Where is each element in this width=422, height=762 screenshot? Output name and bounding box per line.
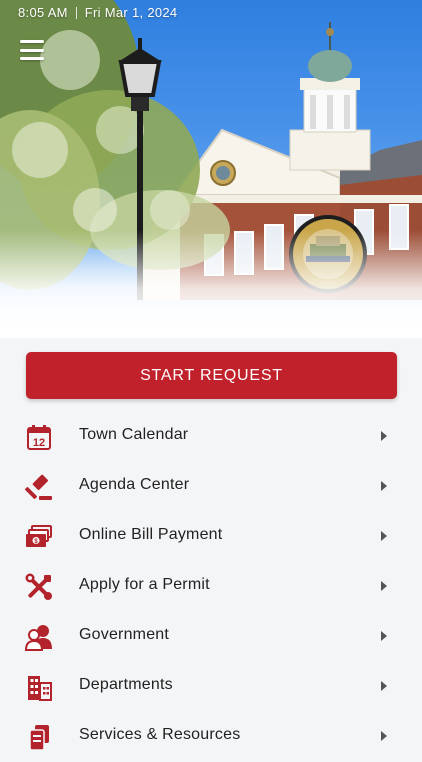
tools-icon [25, 573, 52, 600]
chevron-right-icon [381, 431, 387, 441]
chevron-right-icon [381, 581, 387, 591]
chevron-right-icon [381, 731, 387, 741]
menu-item-departments[interactable]: Departments [0, 662, 422, 712]
main-content: START REQUEST 12 Town Calendar Agenda Ce… [0, 338, 422, 751]
menu-item-label: Government [79, 626, 170, 643]
hero-banner: 8:05 AM Fri Mar 1, 2024 [0, 0, 422, 338]
status-bar: 8:05 AM Fri Mar 1, 2024 [18, 5, 177, 20]
status-date: Fri Mar 1, 2024 [84, 5, 178, 20]
chevron-right-icon [381, 531, 387, 541]
menu-item-label: Departments [79, 676, 173, 693]
chevron-right-icon [381, 681, 387, 691]
gavel-icon [25, 474, 52, 500]
menu-item-town-calendar[interactable]: 12 Town Calendar [0, 412, 422, 462]
svg-text:12: 12 [33, 437, 45, 449]
chevron-right-icon [381, 481, 387, 491]
menu-item-label: Town Calendar [79, 426, 189, 443]
menu-item-label: Agenda Center [79, 476, 190, 493]
start-request-button[interactable]: START REQUEST [26, 352, 397, 399]
menu-item-online-bill-payment[interactable]: $ Online Bill Payment [0, 512, 422, 562]
hamburger-menu-icon[interactable] [20, 40, 44, 60]
menu-item-government[interactable]: Government [0, 612, 422, 662]
menu-item-agenda-center[interactable]: Agenda Center [0, 462, 422, 512]
menu-item-label: Apply for a Permit [79, 576, 210, 593]
menu-item-label: Services & Resources [79, 726, 241, 743]
buildings-icon [28, 676, 52, 701]
chevron-right-icon [381, 631, 387, 641]
menu-list: 12 Town Calendar Agenda Center $ Online … [0, 412, 422, 762]
menu-item-label: Online Bill Payment [79, 526, 223, 543]
documents-icon [29, 725, 49, 751]
menu-item-apply-for-permit[interactable]: Apply for a Permit [0, 562, 422, 612]
people-icon [25, 625, 52, 651]
menu-item-services-resources[interactable]: Services & Resources [0, 712, 422, 762]
status-time: 8:05 AM [18, 5, 68, 20]
money-icon: $ [26, 525, 52, 547]
calendar-icon: 12 [27, 425, 51, 450]
